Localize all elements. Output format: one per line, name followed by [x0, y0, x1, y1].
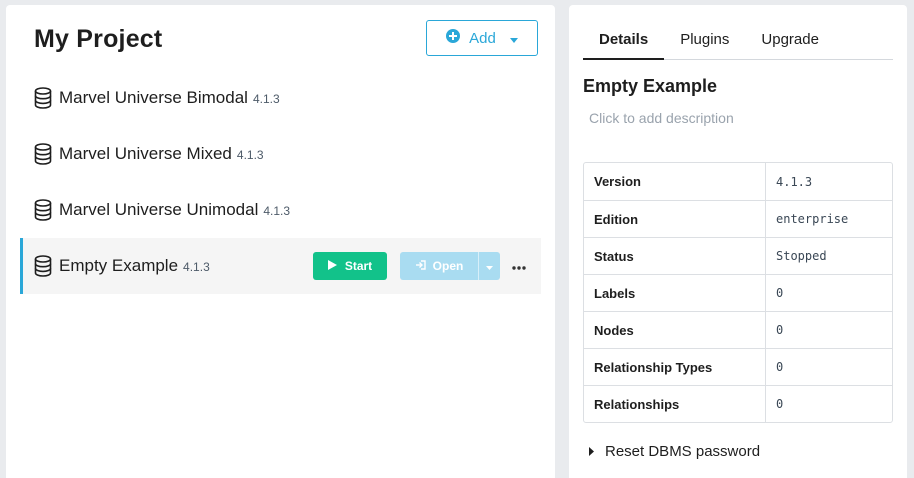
property-value: Stopped [776, 249, 827, 263]
property-value: 0 [776, 397, 784, 411]
table-row: Status Stopped [584, 237, 892, 274]
database-version: 4.1.3 [263, 204, 291, 218]
tab-bar: Details Plugins Upgrade [583, 25, 893, 60]
project-title: My Project [34, 25, 163, 53]
more-options-button[interactable] [511, 257, 527, 275]
property-key: Labels [584, 275, 766, 311]
plus-circle-icon [446, 29, 461, 47]
properties-table: Version 4.1.3 Edition enterprise Status … [583, 162, 893, 423]
database-item-unimodal[interactable]: Marvel Universe Unimodal 4.1.3 [20, 182, 541, 238]
database-version: 4.1.3 [236, 148, 264, 162]
property-value: 0 [776, 286, 784, 300]
description-field[interactable]: Click to add description [589, 110, 734, 126]
open-dropdown-toggle[interactable] [478, 252, 500, 280]
table-row: Relationship Types 0 [584, 348, 892, 385]
database-name: Marvel Universe Unimodal [59, 200, 259, 219]
property-value: enterprise [776, 212, 849, 226]
tab-plugins[interactable]: Plugins [664, 25, 745, 60]
database-name: Marvel Universe Bimodal [59, 88, 248, 107]
table-row: Relationships 0 [584, 385, 892, 422]
open-button-main[interactable]: Open [400, 252, 478, 280]
property-key: Status [584, 238, 766, 274]
property-key: Relationship Types [584, 349, 766, 385]
table-row: Nodes 0 [584, 311, 892, 348]
property-value: 4.1.3 [776, 174, 813, 189]
chevron-down-icon [486, 259, 493, 273]
database-version: 4.1.3 [252, 92, 280, 106]
property-value: 0 [776, 360, 784, 374]
property-key: Version [584, 163, 766, 200]
open-button[interactable]: Open [400, 252, 500, 280]
table-row: Edition enterprise [584, 200, 892, 237]
database-item-bimodal[interactable]: Marvel Universe Bimodal 4.1.3 [20, 70, 541, 126]
database-icon [34, 199, 52, 221]
database-version: 4.1.3 [183, 260, 210, 274]
tab-upgrade[interactable]: Upgrade [745, 25, 835, 60]
property-value: 0 [776, 323, 784, 337]
tab-details[interactable]: Details [583, 25, 665, 60]
add-button[interactable]: Add [426, 20, 538, 56]
play-icon [327, 259, 337, 273]
property-key: Edition [584, 201, 766, 237]
table-row: Version 4.1.3 [584, 163, 892, 200]
database-name: Marvel Universe Mixed [59, 144, 232, 163]
database-item-mixed[interactable]: Marvel Universe Mixed 4.1.3 [20, 126, 541, 182]
property-key: Nodes [584, 312, 766, 348]
database-list: Marvel Universe Bimodal 4.1.3 Marvel Uni… [20, 70, 541, 294]
start-button-label: Start [344, 259, 373, 273]
open-button-label: Open [432, 259, 464, 273]
reset-password-toggle[interactable]: Reset DBMS password [589, 443, 760, 460]
database-icon [34, 87, 52, 109]
reset-password-label: Reset DBMS password [605, 443, 761, 460]
property-key: Relationships [584, 386, 766, 422]
database-icon [34, 255, 52, 277]
database-name: Empty Example [59, 256, 179, 275]
project-panel: My Project Add Marvel Universe Bimodal 4… [6, 5, 555, 478]
database-icon [34, 143, 52, 165]
table-row: Labels 0 [584, 274, 892, 311]
database-item-empty-example[interactable]: Empty Example 4.1.3 Start Open [20, 238, 541, 294]
sign-in-icon [415, 259, 426, 273]
details-title: Empty Example [583, 76, 718, 96]
chevron-down-icon [509, 30, 518, 47]
caret-right-icon [589, 443, 594, 460]
add-button-label: Add [469, 29, 496, 47]
ellipsis-icon [512, 257, 526, 275]
start-button[interactable]: Start [313, 252, 387, 280]
details-panel: Details Plugins Upgrade Empty Example Cl… [569, 5, 907, 478]
